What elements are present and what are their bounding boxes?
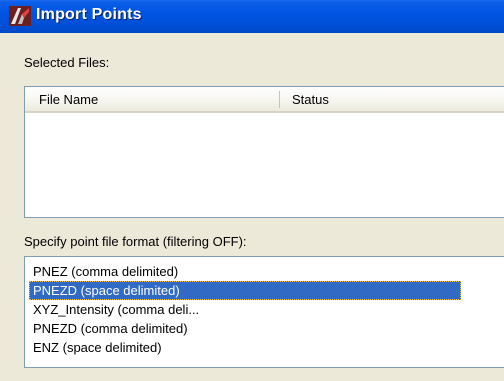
column-header-file-name[interactable]: File Name [39, 92, 98, 107]
title-bar[interactable]: Import Points [0, 0, 504, 33]
selected-files-label: Selected Files: [24, 55, 110, 70]
format-item-enz-space[interactable]: ENZ (space delimited) [29, 338, 461, 357]
format-item-pnezd-space[interactable]: PNEZD (space delimited) [29, 281, 461, 300]
format-item-pnezd-comma[interactable]: PNEZD (comma delimited) [29, 319, 461, 338]
autocad-logo-icon [9, 6, 31, 26]
point-file-format-label: Specify point file format (filtering OFF… [24, 234, 247, 249]
format-item-pnez-comma[interactable]: PNEZ (comma delimited) [29, 262, 461, 281]
import-points-dialog: Import Points Selected Files: File Name … [0, 0, 504, 381]
point-file-format-list[interactable]: PNEZ (comma delimited) PNEZD (space deli… [24, 256, 504, 368]
selected-files-table[interactable]: File Name Status [24, 86, 504, 218]
format-item-xyz-intensity-comma[interactable]: XYZ_Intensity (comma deli... [29, 300, 461, 319]
window-title: Import Points [36, 6, 142, 23]
column-separator[interactable] [279, 91, 280, 108]
column-header-status[interactable]: Status [292, 92, 329, 107]
table-header: File Name Status [25, 87, 504, 113]
